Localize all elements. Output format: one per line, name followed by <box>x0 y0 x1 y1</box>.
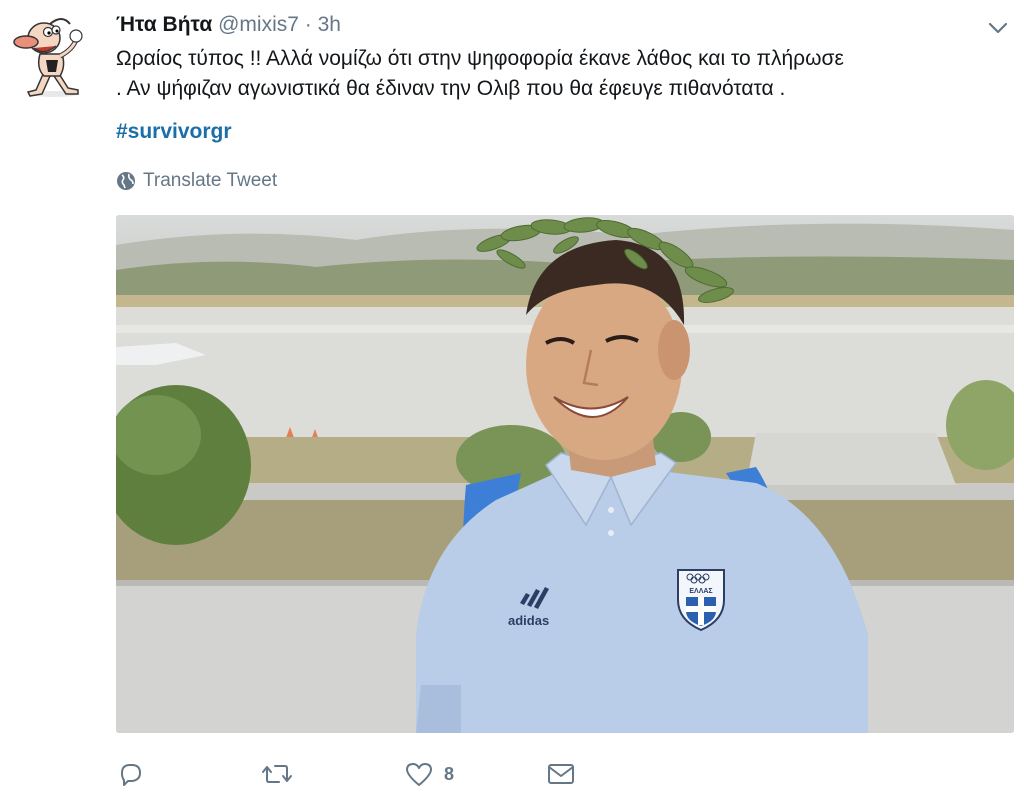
avatar[interactable] <box>10 10 98 98</box>
svg-text:ΕΛΛΑΣ: ΕΛΛΑΣ <box>689 588 712 595</box>
hashtag-link[interactable]: #survivorgr <box>116 117 232 147</box>
display-name[interactable]: Ήτα Βήτα <box>116 13 212 36</box>
like-count: 8 <box>444 763 455 784</box>
heart-icon <box>406 763 432 786</box>
photo-athlete-with-olive-wreath: adidas ΕΛΛΑΣ <box>116 215 1014 733</box>
tweet-text: Ωραίος τύπος !! Αλλά νομίζω ότι στην ψηφ… <box>116 44 1011 104</box>
tweet-timestamp[interactable]: 3h <box>318 13 341 36</box>
user-handle[interactable]: @mixis7 <box>218 13 299 36</box>
header-separator: · <box>304 13 312 36</box>
tweet-text-line: Ωραίος τύπος !! Αλλά νομίζω ότι στην ψηφ… <box>116 47 844 70</box>
retweet-icon <box>262 765 292 783</box>
envelope-icon <box>548 764 574 784</box>
retweet-button[interactable] <box>261 760 404 788</box>
globe-icon <box>117 172 135 190</box>
translate-label: Translate Tweet <box>143 170 278 191</box>
tweet-text-line: . Αν ψήφιζαν αγωνιστικά θα έδιναν την Ολ… <box>116 77 786 100</box>
shirt-brand-text: adidas <box>508 613 549 628</box>
direct-message-button[interactable] <box>546 760 576 788</box>
avatar-cartoon-icon <box>13 18 83 97</box>
reply-icon <box>121 764 141 786</box>
chevron-down-icon <box>988 22 1008 34</box>
like-button[interactable]: 8 <box>404 760 546 788</box>
reply-button[interactable] <box>116 760 261 788</box>
tweet-photo[interactable]: adidas ΕΛΛΑΣ <box>116 215 1014 733</box>
tweet-menu-button[interactable] <box>986 16 1010 40</box>
tweet-header: Ήτα Βήτα @mixis7 · 3h <box>116 10 341 40</box>
tweet-actions: 8 <box>116 756 576 792</box>
translate-tweet-link[interactable]: Translate Tweet <box>116 168 277 194</box>
